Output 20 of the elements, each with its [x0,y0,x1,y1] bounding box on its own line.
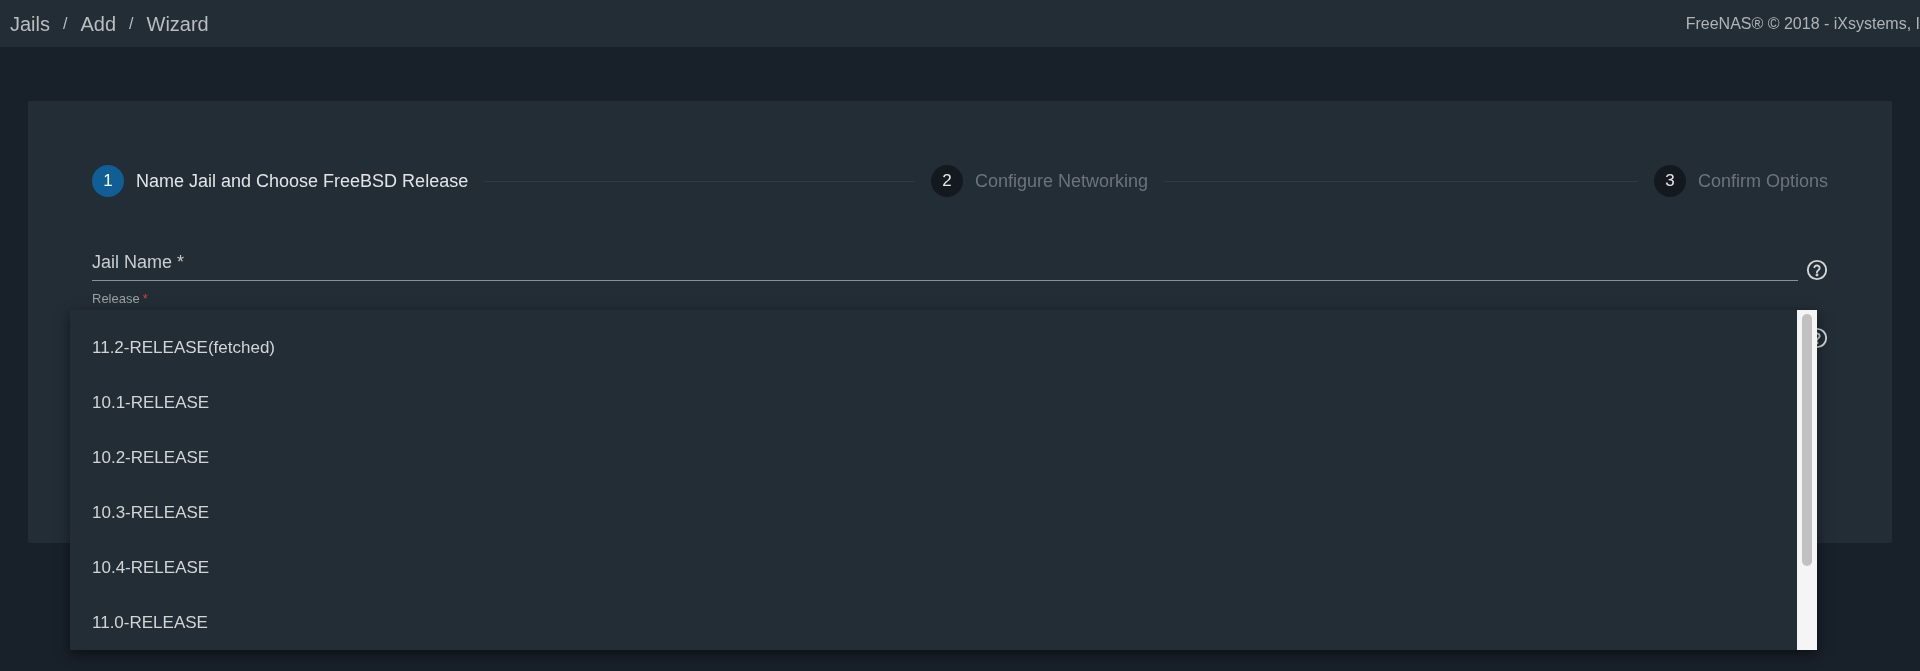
breadcrumb-link[interactable]: Add [80,8,117,39]
breadcrumb-separator: / [129,13,134,34]
dropdown-option[interactable]: 11.2-RELEASE(fetched) [70,320,1797,375]
breadcrumb-separator: / [63,13,68,34]
wizard-step[interactable]: 1 Name Jail and Choose FreeBSD Release [92,165,469,197]
release-label: Release [92,291,140,307]
dropdown-option[interactable]: 10.3-RELEASE [70,485,1797,540]
required-mark: * [142,291,148,307]
breadcrumb-link[interactable]: Wizard [146,8,209,39]
dropdown-option[interactable]: 10.4-RELEASE [70,540,1797,595]
help-icon[interactable] [1806,259,1828,281]
dropdown-option[interactable]: 11.0-RELEASE [70,595,1797,650]
dropdown-option[interactable]: 10.2-RELEASE [70,430,1797,485]
jail-name-field[interactable]: Jail Name * [92,249,1798,281]
wizard-step[interactable]: 2 Configure Networking [931,165,1149,197]
breadcrumb-link[interactable]: Jails [10,8,50,39]
copyright-text: FreeNAS® © 2018 - iXsystems, I [1685,13,1920,34]
dropdown-option[interactable]: 10.1-RELEASE [70,375,1797,430]
scrollbar[interactable] [1797,310,1817,650]
wizard-step[interactable]: 3 Confirm Options [1653,165,1828,197]
